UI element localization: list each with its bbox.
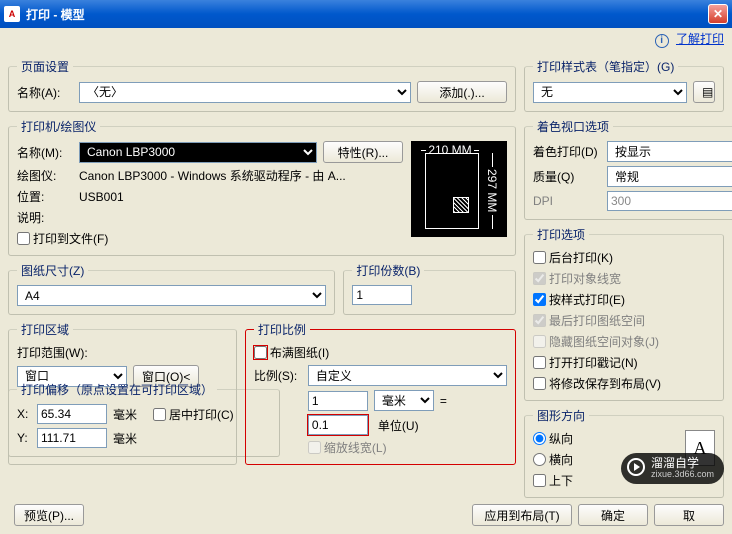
viewport-legend: 着色视口选项 [533,118,613,135]
range-label: 打印范围(W): [17,346,88,360]
dpi-input [607,191,732,211]
equals: = [440,394,447,408]
options-legend: 打印选项 [533,226,589,243]
shade-label: 着色打印(D) [533,143,601,160]
paper-size-legend: 图纸尺寸(Z) [17,262,88,279]
scale-num-input[interactable] [308,391,368,411]
info-icon: i [655,34,669,48]
y-label: Y: [17,431,31,445]
scale-legend: 打印比例 [254,321,310,338]
y-input[interactable] [37,428,107,448]
close-button[interactable]: ✕ [708,4,728,24]
print-scale-group: 打印比例 布满图纸(I) 比例(S): 自定义 毫米 = 单位(U [245,321,516,465]
ratio-select[interactable]: 自定义 [308,365,507,386]
desc-label: 说明: [17,209,73,226]
opt-paperspace: 最后打印图纸空间 [533,312,645,329]
apply-button[interactable]: 应用到布局(T) [472,504,572,526]
shade-select[interactable]: 按显示 [607,141,732,162]
printer-legend: 打印机/绘图仪 [17,118,100,135]
orient-upside[interactable]: 上下 [533,472,573,489]
quality-select[interactable]: 常规 [607,166,732,187]
opt-bg[interactable]: 后台打印(K) [533,249,613,266]
orient-portrait[interactable]: 纵向 [533,430,573,447]
ok-button[interactable]: 确定 [578,504,648,526]
paper-size-select[interactable]: A4 [17,285,326,306]
printer-name-select[interactable]: Canon LBP3000 [79,142,317,163]
orient-landscape[interactable]: 横向 [533,451,573,468]
help-link[interactable]: 了解打印 [676,32,724,46]
y-unit: 毫米 [113,430,137,447]
plot-style-group: 打印样式表（笔指定）(G) 无 ▤ [524,58,724,112]
window-title: 打印 - 模型 [26,6,708,23]
page-setup-legend: 页面设置 [17,58,73,75]
plot-style-legend: 打印样式表（笔指定）(G) [533,58,678,75]
add-button[interactable]: 添加(.)... [417,81,507,103]
opt-style[interactable]: 按样式打印(E) [533,291,625,308]
x-input[interactable] [37,404,107,424]
viewport-group: 着色视口选项 着色打印(D) 按显示 质量(Q) 常规 DPI [524,118,732,220]
play-icon [627,458,645,476]
paper-size-group: 图纸尺寸(Z) A4 [8,262,335,315]
print-to-file-checkbox[interactable]: 打印到文件(F) [17,230,108,247]
cancel-button[interactable]: 取 [654,504,724,526]
loc-label: 位置: [17,188,73,205]
scale-lw-checkbox: 缩放线宽(L) [308,439,387,456]
scale-den-unit: 单位(U) [378,417,419,434]
paper-preview: 210 MM 297 MM [411,141,507,237]
printer-group: 打印机/绘图仪 名称(M): Canon LBP3000 特性(R)... 绘图… [8,118,516,256]
plot-style-edit-button[interactable]: ▤ [693,81,715,103]
page-name-label: 名称(A): [17,84,73,101]
opt-lw: 打印对象线宽 [533,270,621,287]
printer-props-button[interactable]: 特性(R)... [323,141,403,163]
plotter-label: 绘图仪: [17,167,73,184]
options-group: 打印选项 后台打印(K) 打印对象线宽 按样式打印(E) 最后打印图纸空间 隐藏… [524,226,724,401]
x-unit: 毫米 [113,406,137,423]
scale-num-unit[interactable]: 毫米 [374,390,434,411]
opt-stamp[interactable]: 打开打印戳记(N) [533,354,638,371]
printer-name-label: 名称(M): [17,144,73,161]
page-setup-group: 页面设置 名称(A): 〈无〉 添加(.)... [8,58,516,112]
fit-checkbox[interactable]: 布满图纸(I) [254,344,329,361]
ratio-label: 比例(S): [254,367,302,384]
page-name-select[interactable]: 〈无〉 [79,82,411,103]
opt-save[interactable]: 将修改保存到布局(V) [533,375,661,392]
orientation-legend: 图形方向 [533,407,589,424]
offset-legend: 打印偏移（原点设置在可打印区域） [17,381,217,398]
plotter-value: Canon LBP3000 - Windows 系统驱动程序 - 由 A... [79,167,346,184]
app-icon: A [4,6,20,22]
copies-legend: 打印份数(B) [352,262,424,279]
plot-style-select[interactable]: 无 [533,82,687,103]
opt-hide: 隐藏图纸空间对象(J) [533,333,659,350]
x-label: X: [17,407,31,421]
scale-den-input[interactable] [308,415,368,435]
loc-value: USB001 [79,190,124,204]
copies-group: 打印份数(B) [343,262,516,315]
preview-button[interactable]: 预览(P)... [14,504,84,526]
quality-label: 质量(Q) [533,168,601,185]
copies-input[interactable] [352,285,412,305]
watermark: 溜溜自学 zixue.3d66.com [621,453,724,484]
print-area-legend: 打印区域 [17,321,73,338]
dpi-label: DPI [533,194,601,208]
center-checkbox[interactable]: 居中打印(C) [153,406,234,423]
